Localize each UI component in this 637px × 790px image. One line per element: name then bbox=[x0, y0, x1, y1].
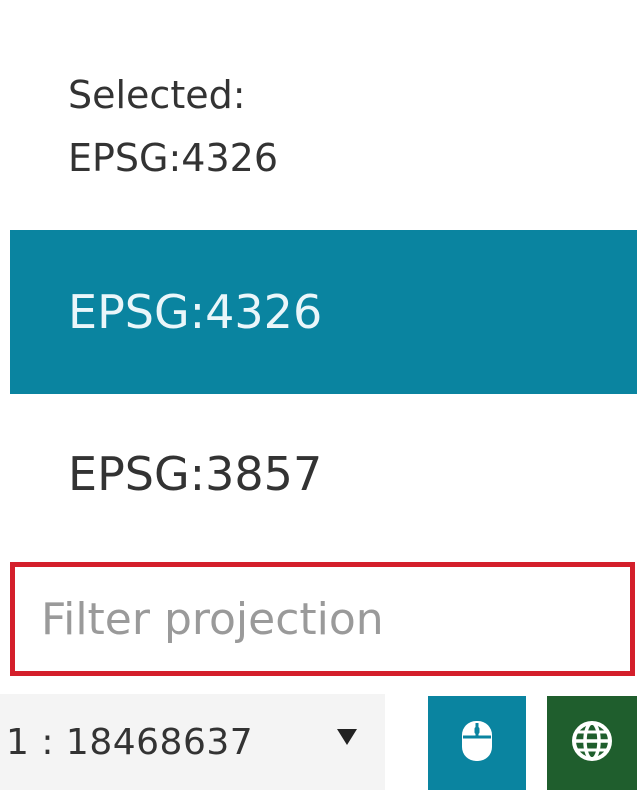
map-footer-bar: 1 : 18468637 bbox=[0, 684, 637, 790]
scale-select[interactable]: 1 : 18468637 bbox=[0, 694, 385, 790]
option-label: EPSG:3857 bbox=[68, 447, 323, 501]
mouse-position-button[interactable] bbox=[428, 696, 526, 790]
globe-icon bbox=[570, 719, 614, 767]
selected-label: Selected: bbox=[68, 73, 246, 117]
option-label: EPSG:4326 bbox=[68, 285, 323, 339]
selected-value: EPSG:4326 bbox=[68, 136, 279, 180]
mouse-icon bbox=[460, 719, 494, 767]
triangle-down-icon bbox=[334, 718, 360, 758]
projection-option-epsg-3857[interactable]: EPSG:3857 bbox=[10, 394, 637, 554]
filter-projection-field bbox=[10, 562, 635, 676]
selected-projection-header: Selected: EPSG:4326 bbox=[68, 64, 568, 190]
projection-dropdown: Selected: EPSG:4326 EPSG:4326 EPSG:3857 bbox=[10, 0, 637, 555]
projection-selector-screen: Selected: EPSG:4326 EPSG:4326 EPSG:3857 … bbox=[0, 0, 637, 790]
projection-globe-button[interactable] bbox=[547, 696, 637, 790]
scale-value: 1 : 18468637 bbox=[6, 721, 254, 763]
filter-projection-input[interactable] bbox=[15, 567, 630, 671]
projection-option-epsg-4326[interactable]: EPSG:4326 bbox=[10, 230, 637, 394]
